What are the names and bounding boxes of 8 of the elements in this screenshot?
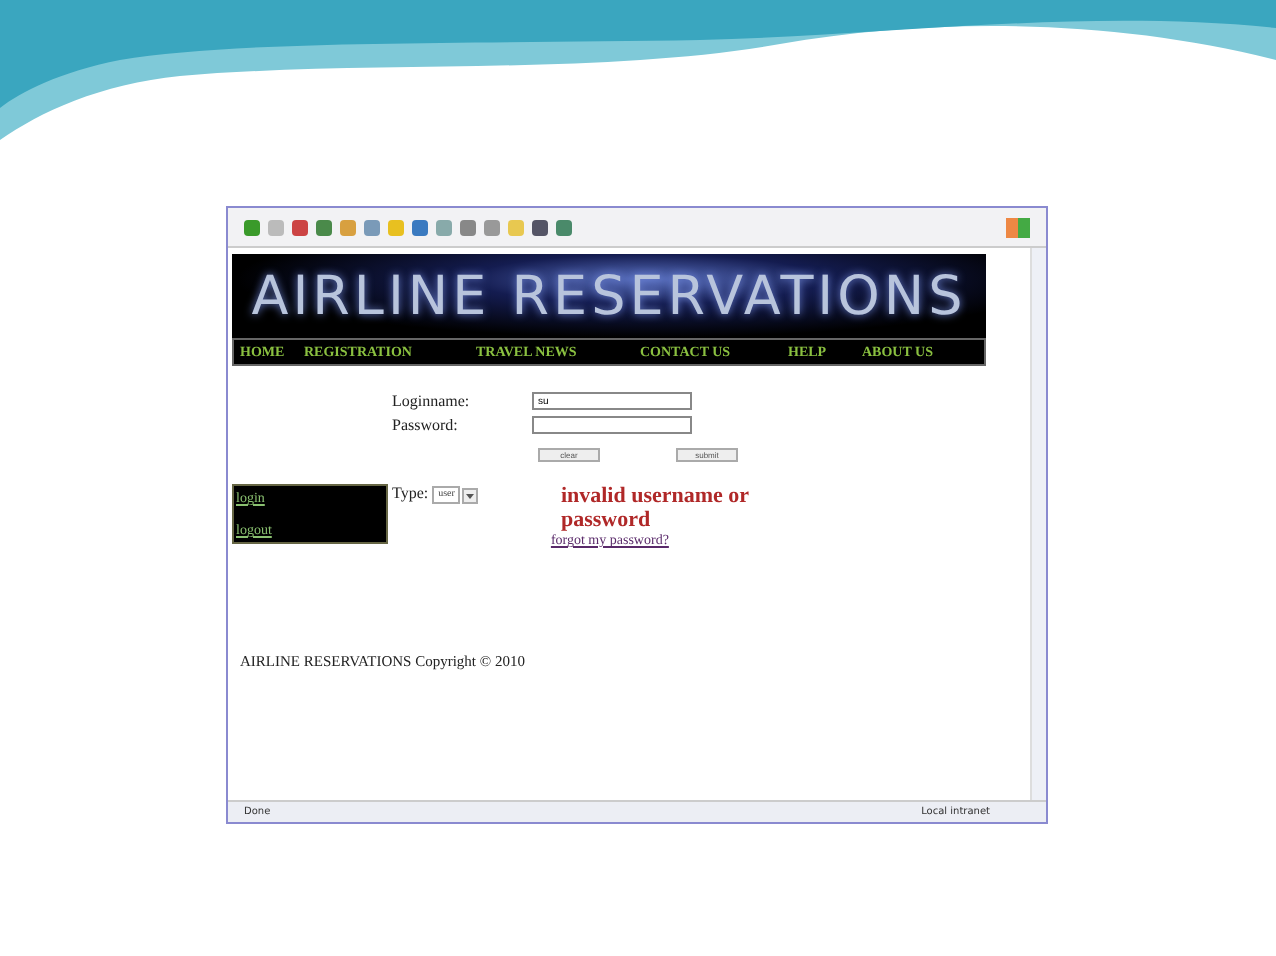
field-label: Password: bbox=[392, 416, 460, 434]
field-label: Loginname: bbox=[392, 392, 472, 410]
dropdown-caret-icon[interactable] bbox=[462, 488, 479, 504]
error-message: invalid username or password bbox=[558, 484, 751, 532]
scrollbar[interactable] bbox=[1030, 248, 1046, 800]
input-field[interactable] bbox=[532, 416, 692, 434]
banner-title: AIRLINE RESERVATIONS bbox=[251, 265, 967, 327]
type-label: Type: bbox=[392, 484, 429, 502]
